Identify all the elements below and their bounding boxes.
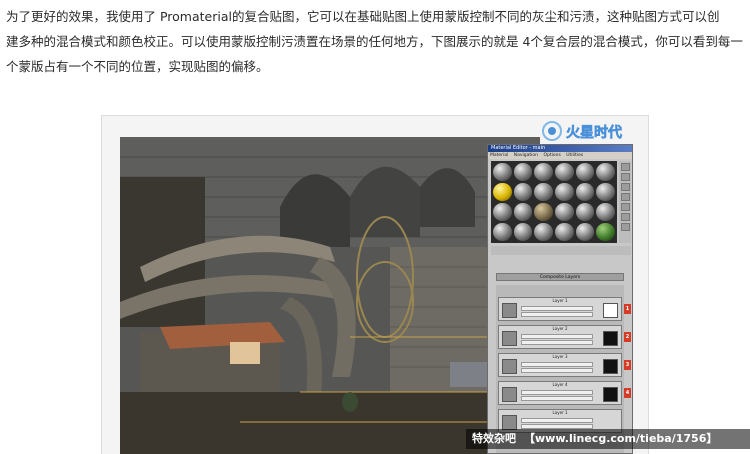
layer-number-badge: 3	[624, 360, 631, 370]
material-slot[interactable]	[513, 223, 533, 241]
material-slot[interactable]	[596, 183, 615, 201]
material-slot[interactable]	[554, 203, 574, 221]
material-slot[interactable]	[554, 183, 574, 201]
tool-button[interactable]	[620, 203, 630, 211]
tool-button[interactable]	[620, 223, 630, 231]
paragraph-line: 建多种的混合模式和颜色校正。可以使用蒙版控制污渍置在场景的任何地方，下图展示的就…	[6, 34, 743, 49]
layer-number-badge: 2	[624, 332, 631, 342]
material-slot[interactable]	[596, 163, 615, 181]
layer-opacity[interactable]	[521, 418, 593, 423]
material-slot[interactable]	[534, 223, 553, 241]
material-slot[interactable]	[534, 163, 553, 181]
article-paragraph: 为了更好的效果，我使用了 Promaterial的复合贴图，它可以在基础贴图上使…	[6, 4, 746, 79]
tool-button[interactable]	[620, 213, 630, 221]
material-slot[interactable]	[575, 223, 595, 241]
material-editor-title: Material Editor - main	[488, 145, 632, 152]
layer-blend-mode[interactable]	[521, 340, 593, 345]
menu-item-utilities[interactable]: Utilities	[566, 153, 583, 158]
layer-name: Layer 1	[552, 410, 568, 415]
layer-opacity[interactable]	[521, 334, 593, 339]
material-slot[interactable]	[513, 203, 533, 221]
tool-button[interactable]	[620, 163, 630, 171]
menu-item-options[interactable]: Options	[543, 153, 560, 158]
material-slot[interactable]	[493, 223, 512, 241]
logo-image: 火星时代	[542, 121, 622, 141]
layer-blend-mode[interactable]	[521, 396, 593, 401]
composite-layers-header[interactable]: Composite Layers	[496, 273, 624, 281]
layer-map-thumb[interactable]	[502, 387, 517, 402]
layer-map-thumb[interactable]	[502, 359, 517, 374]
layer-map-thumb[interactable]	[502, 303, 517, 318]
paragraph-line: 个蒙版占有一个不同的位置，实现贴图的偏移。	[6, 59, 269, 74]
material-slot[interactable]	[554, 223, 574, 241]
layer-mask-thumb[interactable]	[603, 303, 618, 318]
layer-opacity[interactable]	[521, 306, 593, 311]
layer-opacity[interactable]	[521, 390, 593, 395]
layer-mask-thumb[interactable]	[603, 387, 618, 402]
material-slot[interactable]	[596, 223, 615, 241]
material-slot[interactable]	[513, 183, 533, 201]
layer-row[interactable]: Layer 1 1	[498, 297, 631, 321]
watermark-url: 【www.linecg.com/tieba/1756】	[524, 432, 718, 445]
material-slot[interactable]	[493, 203, 512, 221]
tool-button[interactable]	[620, 173, 630, 181]
material-slot[interactable]	[513, 163, 533, 181]
layer-number-badge: 1	[624, 304, 631, 314]
logo-text: 火星时代	[566, 124, 622, 141]
layer-number-badge: 4	[624, 388, 631, 398]
material-editor-window[interactable]: Material Editor - main Material Navigati…	[487, 144, 633, 454]
layer-row[interactable]: Layer 4 4	[498, 381, 631, 405]
material-slot[interactable]	[493, 163, 512, 181]
layer-map-thumb[interactable]	[502, 415, 517, 430]
render-image	[120, 137, 540, 454]
layer-opacity[interactable]	[521, 362, 593, 367]
layer-blend-mode[interactable]	[521, 312, 593, 317]
tool-button[interactable]	[620, 193, 630, 201]
menu-item-navigation[interactable]: Navigation	[514, 153, 538, 158]
menu-bar: Material Navigation Options Utilities	[488, 152, 632, 159]
layer-blend-mode[interactable]	[521, 368, 593, 373]
material-slot[interactable]	[534, 203, 553, 221]
material-slot[interactable]	[596, 203, 615, 221]
side-toolbar	[619, 161, 631, 243]
bottom-toolbar[interactable]	[491, 246, 631, 255]
watermark-site-name: 特效杂吧	[472, 432, 516, 445]
paragraph-line: 为了更好的效果，我使用了 Promaterial的复合贴图，它可以在基础贴图上使…	[6, 9, 720, 24]
material-slot[interactable]	[493, 183, 512, 201]
layer-row[interactable]: Layer 3 3	[498, 353, 631, 377]
material-slots[interactable]	[491, 161, 617, 243]
material-slot[interactable]	[534, 183, 553, 201]
material-slot[interactable]	[575, 203, 595, 221]
material-slot[interactable]	[575, 163, 595, 181]
tool-button[interactable]	[620, 183, 630, 191]
watermark-banner: 特效杂吧 【www.linecg.com/tieba/1756】	[466, 429, 750, 449]
layer-mask-thumb[interactable]	[603, 331, 618, 346]
material-slot[interactable]	[575, 183, 595, 201]
layer-row[interactable]: Layer 2 2	[498, 325, 631, 349]
layer-mask-thumb[interactable]	[603, 359, 618, 374]
layer-map-thumb[interactable]	[502, 331, 517, 346]
material-slot[interactable]	[554, 163, 574, 181]
menu-item-material[interactable]: Material	[490, 153, 508, 158]
